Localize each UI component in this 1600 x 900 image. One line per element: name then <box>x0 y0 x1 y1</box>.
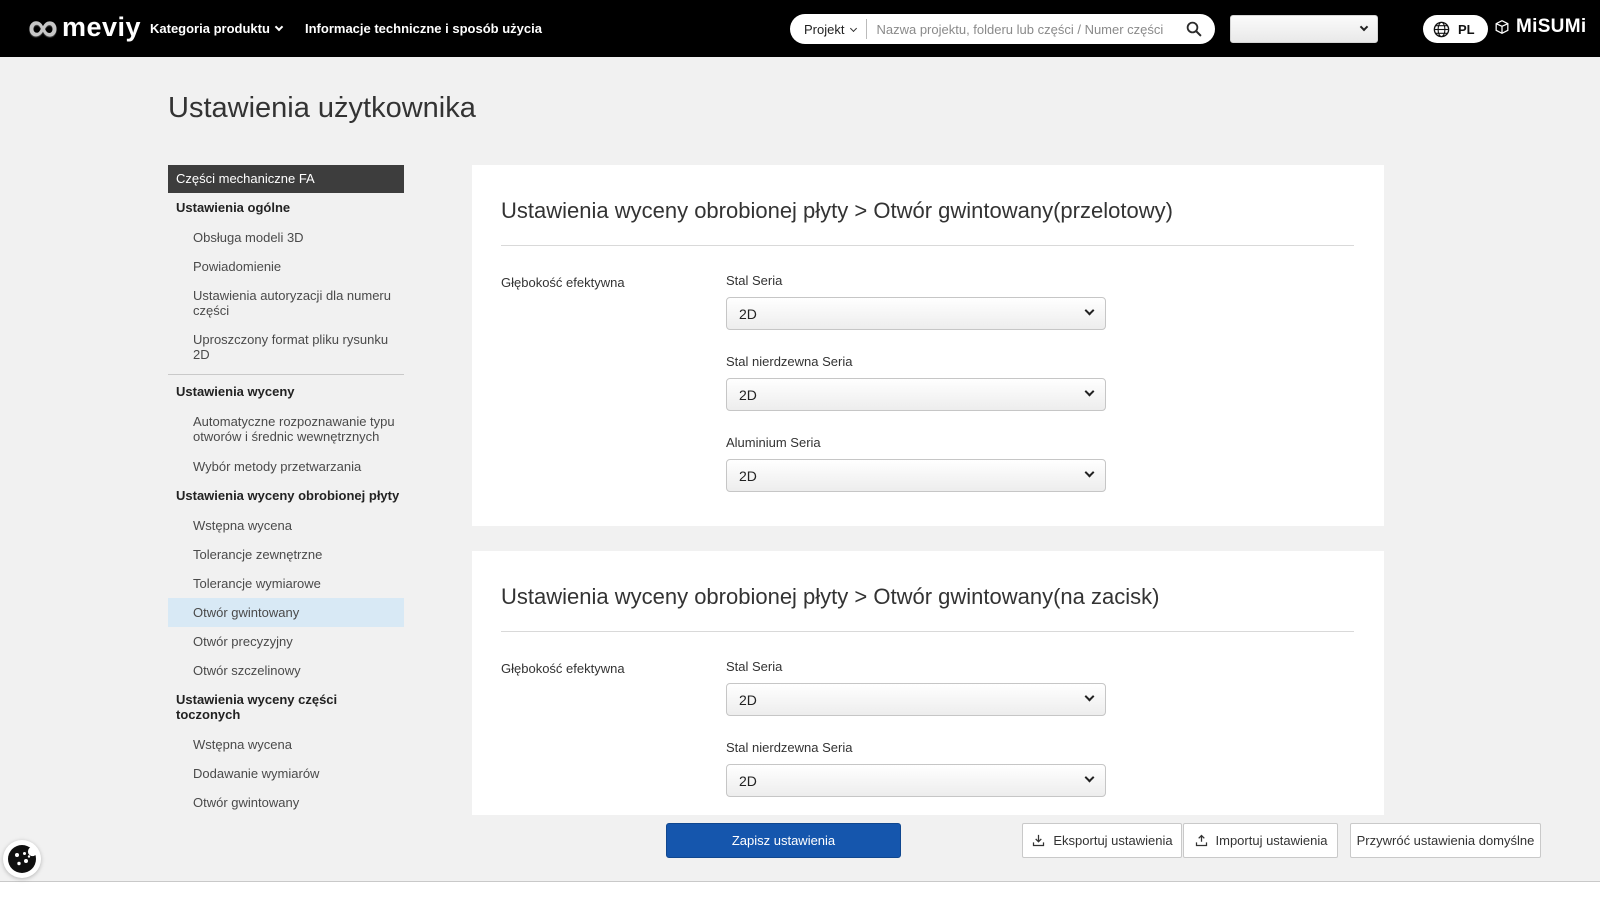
meviy-logo-text: meviy <box>61 11 142 42</box>
sidebar-item-otwor-precyzyjny-plyty[interactable]: Otwór precyzyjny <box>168 627 404 656</box>
download-icon <box>1033 834 1045 847</box>
stal-nierdzewna-seria-select[interactable]: 2D <box>726 378 1106 411</box>
nav-informacje-techniczne[interactable]: Informacje techniczne i sposób użycia <box>305 0 542 57</box>
stal-nierdzewna-seria-select[interactable]: 2D <box>726 764 1106 797</box>
sidebar-item-otwor-gwintowany-selected[interactable]: Otwór gwintowany <box>168 597 404 627</box>
cookie-icon <box>8 845 37 873</box>
export-label: Eksportuj ustawienia <box>1053 833 1173 848</box>
top-navbar: ∞ meviy Kategoria produktu Informacje te… <box>0 0 1600 57</box>
chevron-down-icon <box>1359 22 1369 32</box>
divider <box>501 245 1354 246</box>
settings-row: Głębokość efektywna Stal Seria 2D Stal n… <box>501 659 1354 821</box>
field-label-stal-nierdzewna-seria: Stal nierdzewna Seria <box>726 740 853 755</box>
sidebar-item-tolerancje-zewnetrzne[interactable]: Tolerancje zewnętrzne <box>168 540 404 569</box>
field-group: Stal Seria 2D Stal nierdzewna Seria 2D <box>726 659 1354 821</box>
row-label-glebokosc-efektywna: Głębokość efektywna <box>501 275 625 290</box>
page-title: Ustawienia użytkownika <box>168 92 476 124</box>
sidebar-item-wstepna-wycena-plyty[interactable]: Wstępna wycena <box>168 511 404 540</box>
sidebar-item-automatyczne-rozpoznawanie[interactable]: Automatyczne rozpoznawanie typu otworów … <box>168 407 404 451</box>
sidebar-header-czesci-mechaniczne-fa[interactable]: Części mechaniczne FA <box>168 165 404 193</box>
select-value: 2D <box>739 772 757 789</box>
section-title: Ustawienia wyceny obrobionej płyty > Otw… <box>501 198 1173 223</box>
row-label-glebokosc-efektywna: Głębokość efektywna <box>501 661 625 676</box>
sidebar-item-tolerancje-wymiarowe[interactable]: Tolerancje wymiarowe <box>168 569 404 598</box>
field-label-aluminium-seria: Aluminium Seria <box>726 435 821 450</box>
sidebar-item-ustawienia-autoryzacji[interactable]: Ustawienia autoryzacji dla numeru części <box>168 281 404 325</box>
globe-icon <box>1433 21 1450 37</box>
stal-seria-select[interactable]: 2D <box>726 297 1106 330</box>
chevron-down-icon <box>1084 691 1095 702</box>
chevron-down-icon <box>1084 772 1095 783</box>
search-button[interactable] <box>1183 20 1205 38</box>
export-settings-button[interactable]: Eksportuj ustawienia <box>1022 823 1182 858</box>
import-label: Importuj ustawienia <box>1215 833 1328 848</box>
account-select[interactable] <box>1230 15 1378 43</box>
cookie-settings-button[interactable] <box>3 840 41 878</box>
select-value: 2D <box>739 305 757 322</box>
sidebar-item-otwor-szczelinowy[interactable]: Otwór szczelinowy <box>168 656 404 685</box>
nav-link-label: Informacje techniczne i sposób użycia <box>305 21 542 36</box>
nav-link-label: Kategoria produktu <box>150 21 270 36</box>
save-settings-button[interactable]: Zapisz ustawienia <box>666 823 901 858</box>
sidebar-group-czesci-toczonych[interactable]: Ustawienia wyceny części toczonych <box>168 685 404 730</box>
chevron-down-icon <box>1084 305 1095 316</box>
meviy-logo[interactable]: ∞ meviy <box>28 3 142 50</box>
search-icon <box>1186 21 1202 37</box>
select-value: 2D <box>739 467 757 484</box>
divider <box>866 19 868 39</box>
field-label-stal-seria: Stal Seria <box>726 273 783 288</box>
sidebar: Części mechaniczne FA Ustawienia ogólne … <box>168 165 404 846</box>
sidebar-group-wycena-obrobionej-plyty[interactable]: Ustawienia wyceny obrobionej płyty <box>168 481 404 511</box>
footer-action-bar: Zapisz ustawienia Eksportuj ustawienia I… <box>0 815 1600 881</box>
section-title: Ustawienia wyceny obrobionej płyty > Otw… <box>501 584 1160 609</box>
field-group: Stal Seria 2D Stal nierdzewna Seria 2D A… <box>726 273 1354 492</box>
divider <box>168 374 404 376</box>
upload-icon <box>1195 834 1207 847</box>
section-otwor-gwintowany-przelotowy: Ustawienia wyceny obrobionej płyty > Otw… <box>472 165 1384 526</box>
sidebar-group-ustawienia-ogolne[interactable]: Ustawienia ogólne <box>168 193 404 223</box>
stal-seria-select[interactable]: 2D <box>726 683 1106 716</box>
restore-default-settings-button[interactable]: Przywróć ustawienia domyślne <box>1350 823 1541 858</box>
sidebar-item-wybor-metody[interactable]: Wybór metody przetwarzania <box>168 452 404 481</box>
sidebar-item-otwor-gwintowany-toczonych[interactable]: Otwór gwintowany <box>168 788 404 817</box>
field-label-stal-seria: Stal Seria <box>726 659 783 674</box>
sidebar-item-wstepna-wycena-toczonych[interactable]: Wstępna wycena <box>168 730 404 759</box>
aluminium-seria-select[interactable]: 2D <box>726 459 1106 492</box>
search-bar: Projekt <box>790 14 1215 44</box>
import-settings-button[interactable]: Importuj ustawienia <box>1183 823 1338 858</box>
sidebar-group-ustawienia-wyceny[interactable]: Ustawienia wyceny <box>168 377 404 407</box>
sidebar-item-dodawanie-wymiarow[interactable]: Dodawanie wymiarów <box>168 759 404 788</box>
misumi-logo-text: MiSUMi <box>1516 16 1587 37</box>
sidebar-item-powiadomienie[interactable]: Powiadomienie <box>168 252 404 281</box>
language-button[interactable]: PL <box>1423 15 1488 43</box>
misumi-logo[interactable]: MiSUMi <box>1492 16 1586 38</box>
chevron-down-icon <box>850 24 858 32</box>
misumi-cube-icon <box>1495 20 1509 34</box>
chevron-down-icon <box>1084 386 1095 397</box>
divider <box>501 631 1354 632</box>
settings-content: Ustawienia wyceny obrobionej płyty > Otw… <box>472 165 1384 855</box>
section-otwor-gwintowany-na-zacisk: Ustawienia wyceny obrobionej płyty > Otw… <box>472 551 1384 855</box>
search-category-value: Projekt <box>804 21 845 37</box>
nav-kategoria-produktu[interactable]: Kategoria produktu <box>150 0 284 57</box>
select-value: 2D <box>739 691 757 708</box>
sidebar-item-obsluga-modeli-3d[interactable]: Obsługa modeli 3D <box>168 223 404 252</box>
language-code: PL <box>1458 21 1475 37</box>
sidebar-item-uproszczony-format[interactable]: Uproszczony format pliku rysunku 2D <box>168 325 404 369</box>
select-value: 2D <box>739 386 757 403</box>
settings-row: Głębokość efektywna Stal Seria 2D Stal n… <box>501 273 1354 492</box>
infinity-logo-icon: ∞ <box>28 3 58 50</box>
chevron-down-icon <box>1084 467 1095 478</box>
field-label-stal-nierdzewna-seria: Stal nierdzewna Seria <box>726 354 853 369</box>
chevron-down-icon <box>274 22 284 32</box>
search-input[interactable] <box>876 21 1183 37</box>
bottom-strip <box>0 881 1600 900</box>
search-category-select[interactable]: Projekt <box>804 21 858 37</box>
